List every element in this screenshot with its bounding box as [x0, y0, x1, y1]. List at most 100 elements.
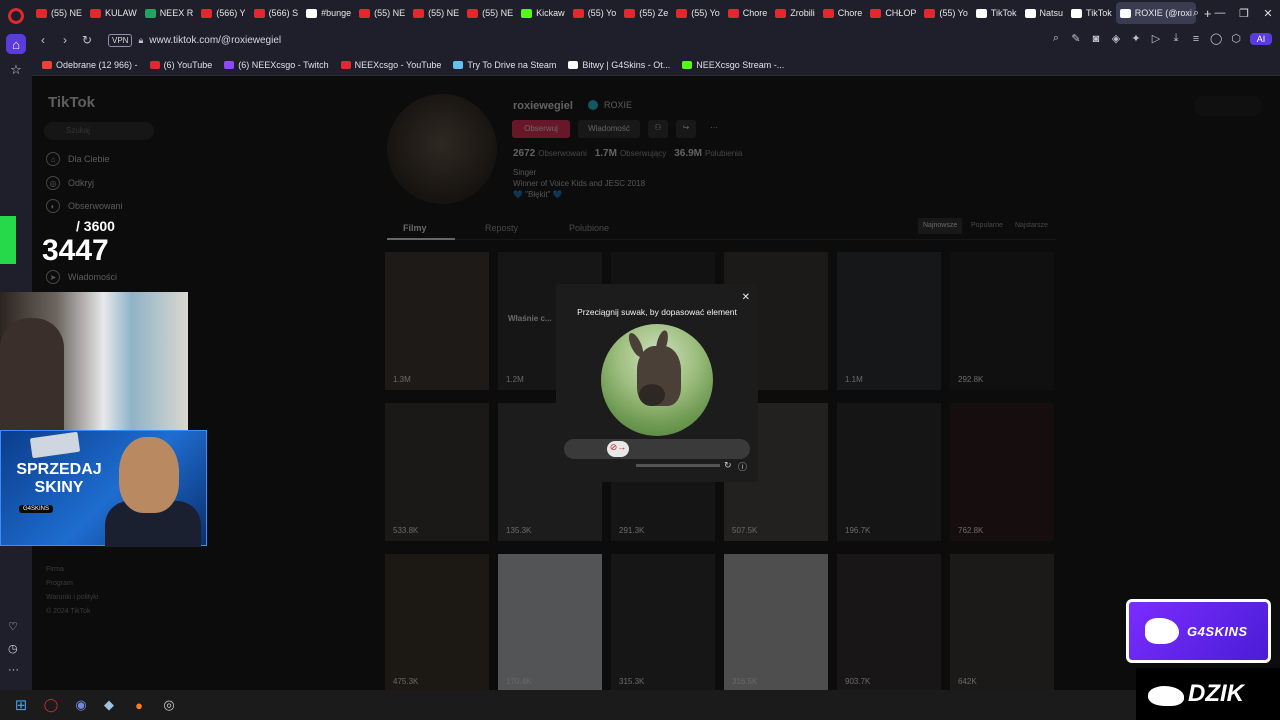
sort-newest[interactable]: Najnowsze [918, 218, 963, 234]
minimize-icon[interactable]: — [1208, 7, 1232, 19]
tab-videos[interactable]: Filmy [403, 223, 427, 233]
close-icon[interactable]: ✕ [742, 292, 750, 303]
cube-icon[interactable]: ⬡ [1230, 32, 1242, 45]
list-icon[interactable]: ≡ [1190, 33, 1202, 45]
forward-icon[interactable]: › [54, 33, 76, 47]
search-tabs-icon[interactable]: ⌕ [1184, 7, 1208, 20]
tab-liked[interactable]: Polubione [569, 223, 609, 233]
back-icon[interactable]: ‹ [32, 33, 54, 47]
nav-following[interactable]: ◐ Obserwowani [46, 199, 123, 213]
browser-tab[interactable]: (55) NE [32, 2, 86, 24]
video-thumbnail[interactable]: 1.1M [837, 252, 941, 390]
pin-icon[interactable]: ☆ [6, 60, 26, 80]
url-field[interactable]: www.tiktok.com/@roxiewegiel [149, 35, 281, 46]
search-icon[interactable]: ⌕ [1050, 32, 1062, 45]
browser-tab[interactable]: (55) NE [355, 2, 409, 24]
browser-tab[interactable]: (55) NE [463, 2, 517, 24]
lock-icon[interactable]: 🔒︎ [138, 35, 143, 46]
browser-tab[interactable]: KULAW [86, 2, 141, 24]
home-icon[interactable]: ⌂ [6, 34, 26, 54]
video-thumbnail[interactable]: 762.8K [950, 403, 1054, 541]
info-icon[interactable]: ⓘ [738, 460, 747, 473]
browser-tab[interactable]: (566) S [250, 2, 303, 24]
heart-icon[interactable]: ♡ [8, 620, 18, 633]
video-thumbnail[interactable]: 316.5K [724, 554, 828, 690]
browser-tab[interactable]: Natsu [1021, 2, 1068, 24]
nav-messages[interactable]: ➤ Wiadomości [46, 270, 117, 284]
follow-button[interactable]: Obserwuj [512, 120, 570, 138]
video-thumbnail[interactable]: 170.4K [498, 554, 602, 690]
tiktok-logo[interactable]: TikTok [48, 94, 95, 111]
refresh-icon[interactable]: ↻ [724, 460, 732, 471]
history-icon[interactable]: ◷ [8, 642, 18, 655]
browser-tab[interactable]: (55) Yo [569, 2, 621, 24]
tab-reposts[interactable]: Reposty [485, 223, 518, 233]
more-options-icon[interactable]: ··· [704, 120, 724, 138]
bookmark-item[interactable]: NEEXcsgo Stream -... [682, 60, 784, 70]
bookmark-item[interactable]: Odebrane (12 966) - [42, 60, 138, 70]
opera-taskbar-icon[interactable]: ◯ [42, 696, 60, 714]
video-thumbnail[interactable]: 1.3M [385, 252, 489, 390]
browser-tab[interactable]: (566) Y [197, 2, 249, 24]
share-icon[interactable]: ↪ [676, 120, 696, 138]
reload-icon[interactable]: ↻ [76, 33, 98, 47]
profile-icon[interactable]: ◯ [1210, 32, 1222, 45]
discord-icon[interactable]: ◉ [72, 696, 90, 714]
video-thumbnail[interactable]: 903.7K [837, 554, 941, 690]
obs-icon[interactable]: ◎ [160, 696, 178, 714]
video-thumbnail[interactable]: 292.8K [950, 252, 1054, 390]
nav-explore[interactable]: ◎ Odkryj [46, 176, 94, 190]
vpn-badge[interactable]: VPN [108, 33, 133, 47]
browser-tab[interactable]: (55) NE [409, 2, 463, 24]
app-icon[interactable]: ● [130, 696, 148, 714]
video-thumbnail[interactable]: 642K [950, 554, 1054, 690]
extension-icon[interactable]: ✦ [1130, 32, 1142, 45]
video-thumbnail[interactable]: 533.8K [385, 403, 489, 541]
download-icon[interactable]: ⤓ [1170, 32, 1182, 45]
sort-popular[interactable]: Popularne [966, 218, 1008, 234]
steam-icon[interactable]: ◆ [100, 696, 118, 714]
bookmark-item[interactable]: (6) NEEXcsgo - Twitch [224, 60, 329, 70]
nav-for-you[interactable]: ⌂ Dla Ciebie [46, 152, 110, 166]
play-icon[interactable]: ▷ [1150, 32, 1162, 45]
video-thumbnail[interactable]: 315.3K [611, 554, 715, 690]
video-thumbnail[interactable]: 475.3K [385, 554, 489, 690]
video-thumbnail[interactable]: 196.7K [837, 403, 941, 541]
browser-tab[interactable]: TikTok [1067, 2, 1116, 24]
windows-start-icon[interactable]: ⊞ [12, 696, 30, 714]
browser-tab[interactable]: Chore [819, 2, 867, 24]
opera-logo-icon[interactable] [8, 8, 24, 24]
following-count[interactable]: 2672 Obserwowani [513, 148, 587, 159]
search-input[interactable]: Szukaj [44, 122, 154, 140]
edit-icon[interactable]: ✎ [1070, 32, 1082, 45]
close-icon[interactable]: ✕ [1256, 7, 1280, 20]
footer-link[interactable]: Warunki i polityki [46, 594, 98, 601]
browser-tab[interactable]: Kickaw [517, 2, 569, 24]
bookmark-item[interactable]: Bitwy | G4Skins - Ot... [568, 60, 670, 70]
shield-icon[interactable]: ◈ [1110, 32, 1122, 45]
bookmark-item[interactable]: NEEXcsgo - YouTube [340, 60, 441, 70]
bookmark-item[interactable]: (6) YouTube [149, 60, 212, 70]
more-icon[interactable]: ··· [8, 664, 19, 676]
browser-tab[interactable]: Zrobili [771, 2, 819, 24]
followers-count[interactable]: 1.7M Obserwujący [595, 148, 666, 159]
slider-handle[interactable]: ⊘→ [607, 441, 629, 457]
bookmark-item[interactable]: Try To Drive na Steam [453, 60, 556, 70]
footer-link[interactable]: Program [46, 580, 73, 587]
camera-icon[interactable]: ◙ [1090, 33, 1102, 45]
message-button[interactable]: Wiadomość [578, 120, 640, 138]
ai-button[interactable]: AI [1250, 32, 1272, 45]
header-actions[interactable] [1194, 96, 1262, 116]
browser-tab[interactable]: Chore [724, 2, 772, 24]
browser-tab[interactable]: (55) Ze [620, 2, 672, 24]
browser-tab[interactable]: CHŁOP [866, 2, 920, 24]
add-friend-icon[interactable]: ⚇ [648, 120, 668, 138]
browser-tab[interactable]: TikTok [972, 2, 1021, 24]
browser-tab[interactable]: NEEX R [141, 2, 198, 24]
slider-track[interactable]: ⊘→ [564, 439, 750, 459]
sort-oldest[interactable]: Najstarsze [1010, 218, 1053, 234]
profile-avatar[interactable] [387, 94, 497, 204]
restore-icon[interactable]: ❐ [1232, 7, 1256, 20]
browser-tab[interactable]: (55) Yo [920, 2, 972, 24]
browser-tab[interactable]: (55) Yo [672, 2, 724, 24]
